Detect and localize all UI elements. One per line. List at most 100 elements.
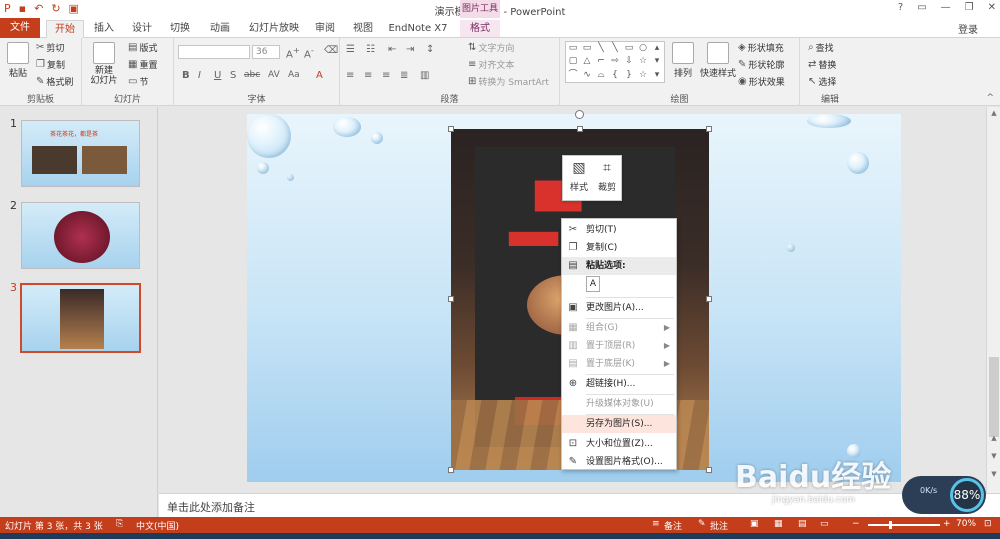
shadow-button[interactable]: S [230,70,236,81]
replace-button[interactable]: ⇄ 替换 [808,58,836,71]
collapse-ribbon-icon[interactable]: ^ [986,93,994,103]
textbox-shape-icon[interactable]: ▭ [580,42,594,55]
tab-home[interactable]: 开始 [46,20,84,39]
notes-pane[interactable]: 单击此处添加备注 [159,493,1000,517]
scroll-down-icon[interactable]: ▼ [987,468,1000,480]
copy-button[interactable]: ❐ 复制 [36,58,65,71]
tab-file[interactable]: 文件 [0,18,40,38]
menu-item-change-picture[interactable]: ▣ 更改图片(A)... [562,299,676,317]
font-name-combo[interactable] [178,45,250,59]
scroll-up-icon[interactable]: ▲ [987,107,1000,119]
line-shape-icon[interactable]: ╲ [594,42,608,55]
menu-item-save-as-picture[interactable]: 另存为图片(S)... [562,415,676,433]
arrow-shape-icon[interactable]: ⇩ [622,55,636,68]
columns-icon[interactable]: ▥ [420,70,429,81]
menu-item-group[interactable]: ▦ 组合(G) ▶ [562,319,676,337]
tab-format[interactable]: 格式 [460,20,500,37]
menu-item-copy[interactable]: ❐ 复制(C) [562,239,676,257]
menu-item-send-to-back[interactable]: ▤ 置于底层(K) ▶ [562,355,676,373]
shape-icon[interactable]: ∿ [580,69,594,82]
ribbon-display-button[interactable]: ▭ [917,2,926,13]
shape-outline-button[interactable]: ✎ 形状轮廓 [738,58,784,71]
find-button[interactable]: ⌕ 查找 [808,41,834,54]
resize-handle[interactable] [448,126,454,132]
triangle-shape-icon[interactable]: △ [580,55,594,68]
align-center-icon[interactable]: ≡ [364,70,372,81]
shape-icon[interactable]: ☆ [636,69,650,82]
menu-item-hyperlink[interactable]: ⊕ 超链接(H)... [562,375,676,393]
normal-view-icon[interactable]: ▣ [750,519,759,529]
section-button[interactable]: ▭ 节 [128,75,148,88]
italic-button[interactable]: I [198,70,201,81]
vertical-scrollbar[interactable]: ▲ ▲ ▼ ▼ [986,107,1000,493]
increase-indent-icon[interactable]: ⇥ [406,44,414,55]
clear-format-icon[interactable]: ⌫ [324,45,338,56]
rounded-rect-icon[interactable]: ▢ [566,55,580,68]
more-shapes-icon[interactable]: ▴ [650,42,664,55]
menu-item-cut[interactable]: ✂ 剪切(T) [562,221,676,239]
slide-thumbnail-3[interactable] [20,283,141,353]
shape-icon[interactable]: ⌓ [594,69,608,82]
text-direction-button[interactable]: ⇅ 文字方向 [468,41,514,54]
line-spacing-icon[interactable]: ↕ [426,44,434,55]
more-shapes-icon[interactable]: ▾ [650,55,664,68]
notes-toggle[interactable]: 备注 [664,519,682,532]
tab-endnote[interactable]: EndNote X7 [388,20,448,37]
align-text-button[interactable]: ≡ 对齐文本 [468,58,514,71]
shapes-gallery[interactable]: ▭ ▭ ╲ ╲ ▭ ○ ▴ ▢ △ ⌐ ⇨ ⇩ ☆ ▾ ⌒ ∿ ⌓ { } ☆ … [565,41,665,83]
resize-handle[interactable] [577,126,583,132]
reading-view-icon[interactable]: ▤ [798,519,807,529]
shape-icon[interactable]: ⌒ [566,69,580,82]
menu-item-upgrade-media[interactable]: 升级媒体对象(U) [562,395,676,413]
quick-styles-button[interactable]: 快速样式 [700,42,736,79]
tab-design[interactable]: 设计 [126,20,158,37]
language-indicator[interactable]: 中文(中国) [136,519,179,532]
font-color-button[interactable]: A [316,70,323,81]
tab-insert[interactable]: 插入 [88,20,120,37]
menu-item-format-picture[interactable]: ✎ 设置图片格式(O)... [562,453,676,471]
resize-handle[interactable] [706,126,712,132]
rect-shape-icon[interactable]: ▭ [622,42,636,55]
zoom-in-icon[interactable]: + [943,519,951,529]
expand-gallery-icon[interactable]: ▾ [650,69,664,82]
tab-view[interactable]: 视图 [348,20,378,37]
cut-button[interactable]: ✂ 剪切 [36,41,64,54]
next-slide-icon[interactable]: ▼ [987,450,1000,462]
shrink-font-icon[interactable]: A- [304,45,314,60]
zoom-level[interactable]: 70% [956,519,976,529]
spellcheck-icon[interactable]: ⎘ [116,519,123,529]
notes-toggle-icon[interactable]: ≡ [652,519,660,529]
comments-toggle-icon[interactable]: ✎ [698,519,706,529]
line-shape-icon[interactable]: ╲ [608,42,622,55]
bullets-icon[interactable]: ☰ [346,44,355,55]
paste-text-only-icon[interactable]: A [586,276,600,292]
brace-shape-icon[interactable]: } [622,69,636,82]
resize-handle[interactable] [448,296,454,302]
format-painter-button[interactable]: ✎ 格式刷 [36,75,73,88]
tab-animations[interactable]: 动画 [204,20,236,37]
prev-slide-icon[interactable]: ▲ [987,432,1000,444]
slide-sorter-icon[interactable]: ▦ [774,519,783,529]
numbering-icon[interactable]: ☷ [366,44,375,55]
crop-button[interactable]: ⌗ 裁剪 [593,160,621,193]
bold-button[interactable]: B [182,70,190,81]
align-right-icon[interactable]: ≡ [382,70,390,81]
grow-font-icon[interactable]: A+ [286,45,300,60]
close-button[interactable]: ✕ [988,2,996,13]
style-button[interactable]: ▧ 样式 [565,160,593,193]
scroll-thumb[interactable] [989,357,999,437]
tab-review[interactable]: 审阅 [310,20,340,37]
tab-transitions[interactable]: 切换 [164,20,196,37]
tab-slideshow[interactable]: 幻灯片放映 [244,20,304,37]
change-case-button[interactable]: Aa [288,70,300,80]
font-size-combo[interactable]: 36 [252,45,280,59]
select-button[interactable]: ↖ 选择 [808,75,836,88]
slideshow-icon[interactable]: ▭ [820,519,829,529]
reset-button[interactable]: ▦ 重置 [128,58,157,71]
slide-thumbnail-1[interactable]: 茶花茶花，都是茶 [21,120,140,187]
brace-shape-icon[interactable]: { [608,69,622,82]
oval-shape-icon[interactable]: ○ [636,42,650,55]
zoom-slider[interactable] [868,521,940,529]
zoom-slider-knob[interactable] [888,521,892,529]
corner-shape-icon[interactable]: ⌐ [594,55,608,68]
